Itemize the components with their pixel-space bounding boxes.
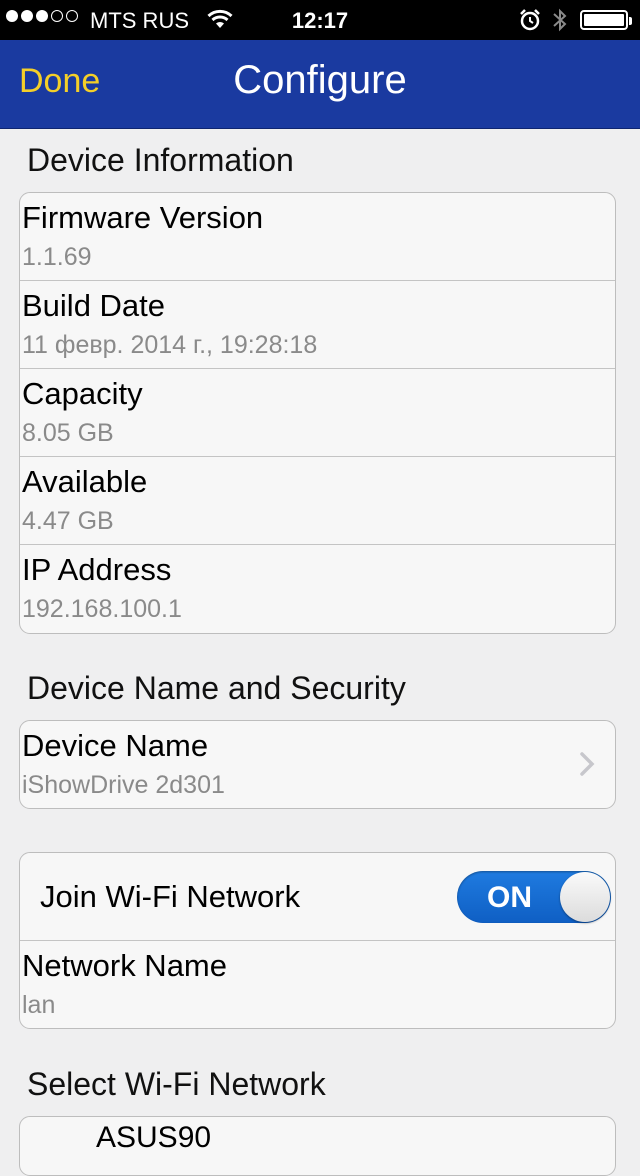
bluetooth-icon (552, 6, 568, 40)
firmware-version-value: 1.1.69 (22, 243, 92, 271)
available-row: Available 4.47 GB (20, 457, 615, 545)
build-date-label: Build Date (22, 288, 166, 323)
join-wifi-label: Join Wi-Fi Network (40, 879, 301, 914)
device-name-row[interactable]: Device Name iShowDrive 2d301 (20, 721, 615, 808)
page-title: Configure (233, 58, 407, 102)
join-wifi-row: Join Wi-Fi Network ON (20, 853, 615, 941)
device-name-group: Device Name iShowDrive 2d301 (19, 720, 616, 809)
select-wifi-header: Select Wi-Fi Network (27, 1066, 326, 1102)
build-date-value: 11 февр. 2014 г., 19:28:18 (22, 331, 318, 359)
status-time: 12:17 (291, 8, 349, 33)
firmware-version-label: Firmware Version (22, 200, 264, 235)
device-information-header: Device Information (27, 142, 294, 178)
network-name-label: Network Name (22, 948, 227, 983)
chevron-right-icon (579, 751, 595, 782)
wifi-network-row[interactable]: ASUS90 (20, 1117, 615, 1175)
device-name-label: Device Name (22, 728, 209, 763)
toggle-state-text: ON (487, 881, 532, 914)
capacity-value: 8.05 GB (22, 419, 114, 447)
alarm-icon (518, 8, 542, 38)
toggle-knob (560, 872, 610, 922)
battery-icon (580, 10, 632, 30)
network-name-row[interactable]: Network Name lan (20, 941, 615, 1028)
wifi-group: Join Wi-Fi Network ON Network Name lan (19, 852, 616, 1029)
ip-address-value: 192.168.100.1 (22, 595, 182, 623)
join-wifi-toggle[interactable]: ON (457, 871, 611, 923)
capacity-label: Capacity (22, 376, 143, 411)
device-information-group: Firmware Version 1.1.69 Build Date 11 фе… (19, 192, 616, 634)
wifi-network-list: ASUS90 (19, 1116, 616, 1176)
device-name-security-header: Device Name and Security (27, 670, 406, 706)
ip-address-row: IP Address 192.168.100.1 (20, 545, 615, 633)
firmware-version-row: Firmware Version 1.1.69 (20, 193, 615, 281)
available-value: 4.47 GB (22, 507, 114, 535)
build-date-row: Build Date 11 февр. 2014 г., 19:28:18 (20, 281, 615, 369)
status-bar: MTS RUS 12:17 (0, 0, 640, 40)
ip-address-label: IP Address (22, 552, 172, 587)
device-name-value: iShowDrive 2d301 (22, 771, 225, 799)
network-name-value: lan (22, 991, 56, 1019)
wifi-network-name: ASUS90 (96, 1121, 212, 1154)
navigation-bar: Done Configure (0, 40, 640, 129)
available-label: Available (22, 464, 148, 499)
capacity-row: Capacity 8.05 GB (20, 369, 615, 457)
